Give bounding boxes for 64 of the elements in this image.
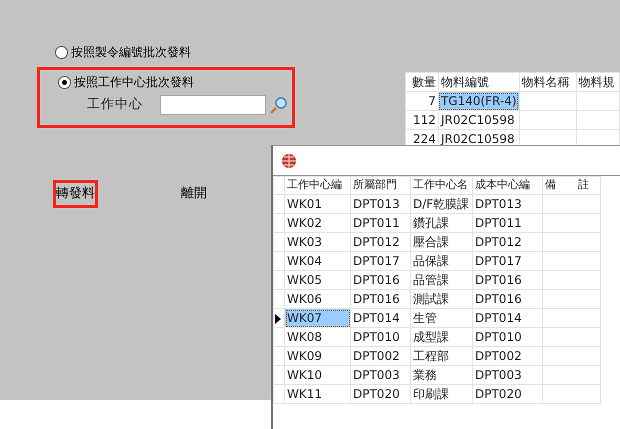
table-cell: TG140(FR-4) — [438, 92, 520, 110]
table-cell: 工程部 — [410, 346, 472, 366]
table-cell: DPT012 — [472, 232, 542, 252]
column-header: 工作中心名 — [410, 176, 472, 194]
option-label: 按照工作中心批次發料 — [74, 74, 194, 91]
column-header: 物料規 — [576, 72, 620, 92]
table-cell: DPT016 — [472, 270, 542, 290]
table-cell: DPT016 — [350, 290, 410, 308]
table-cell: JR02C10598 — [438, 110, 520, 130]
table-cell: DPT016 — [472, 290, 542, 308]
table-cell: 品保課 — [410, 252, 472, 270]
table-cell: WK01 — [284, 194, 350, 214]
table-cell: DPT012 — [350, 232, 410, 252]
table-cell: WK05 — [284, 270, 350, 290]
table-cell: DPT002 — [472, 346, 542, 366]
table-cell: DPT017 — [472, 252, 542, 270]
table-cell: WK11 — [284, 384, 350, 404]
table-cell: DPT003 — [350, 366, 410, 384]
column-header: 備 註 — [542, 176, 600, 194]
table-cell: 品管課 — [410, 270, 472, 290]
table-cell: D/F乾膜課 — [410, 194, 472, 214]
table-cell: 業務 — [410, 366, 472, 384]
table-cell: 112 — [406, 110, 438, 130]
table-cell: WK09 — [284, 346, 350, 366]
table-cell: WK07 — [284, 308, 350, 328]
column-header: 所屬部門 — [350, 176, 410, 194]
table-cell: DPT013 — [472, 194, 542, 214]
table-cell: DPT014 — [350, 308, 410, 328]
table-cell: DPT016 — [350, 270, 410, 290]
table-cell: DPT003 — [472, 366, 542, 384]
table-cell: 測試課 — [410, 290, 472, 308]
column-header: 成本中心編 — [472, 176, 542, 194]
table-cell: 印刷課 — [410, 384, 472, 404]
field-label: 工作中心 — [87, 96, 144, 114]
table-cell: 生管 — [410, 308, 472, 328]
table-cell: DPT013 — [350, 194, 410, 214]
table-cell: DPT011 — [472, 214, 542, 232]
action-button[interactable]: 轉發料 — [53, 180, 98, 208]
table-cell: DPT017 — [350, 252, 410, 270]
table-cell: DPT020 — [350, 384, 410, 404]
column-header: 數量 — [406, 72, 438, 92]
globe-icon — [281, 152, 297, 168]
table-cell: 7 — [406, 92, 438, 110]
column-header: 工作中心編 — [284, 176, 350, 194]
table-cell: 壓合課 — [410, 232, 472, 252]
table-cell: DPT020 — [472, 384, 542, 404]
table-cell: DPT014 — [472, 308, 542, 328]
option-label: 按照製令編號批次發料 — [71, 44, 191, 61]
search-icon[interactable] — [270, 96, 287, 114]
table-cell: DPT002 — [350, 346, 410, 366]
table-cell: 鑽孔課 — [410, 214, 472, 232]
table-cell: DPT010 — [472, 328, 542, 346]
work-center-field[interactable] — [160, 95, 266, 115]
table-cell: DPT011 — [350, 214, 410, 232]
table-cell: WK03 — [284, 232, 350, 252]
column-header: 物料編號 — [438, 72, 520, 92]
table-cell: 成型課 — [410, 328, 472, 346]
table-cell: WK04 — [284, 252, 350, 270]
action-button[interactable]: 離開 — [178, 180, 210, 208]
table-cell: DPT010 — [350, 328, 410, 346]
table-cell: WK08 — [284, 328, 350, 346]
table-cell: WK02 — [284, 214, 350, 232]
table-cell: WK10 — [284, 366, 350, 384]
column-header: 物料名稱 — [519, 72, 576, 92]
